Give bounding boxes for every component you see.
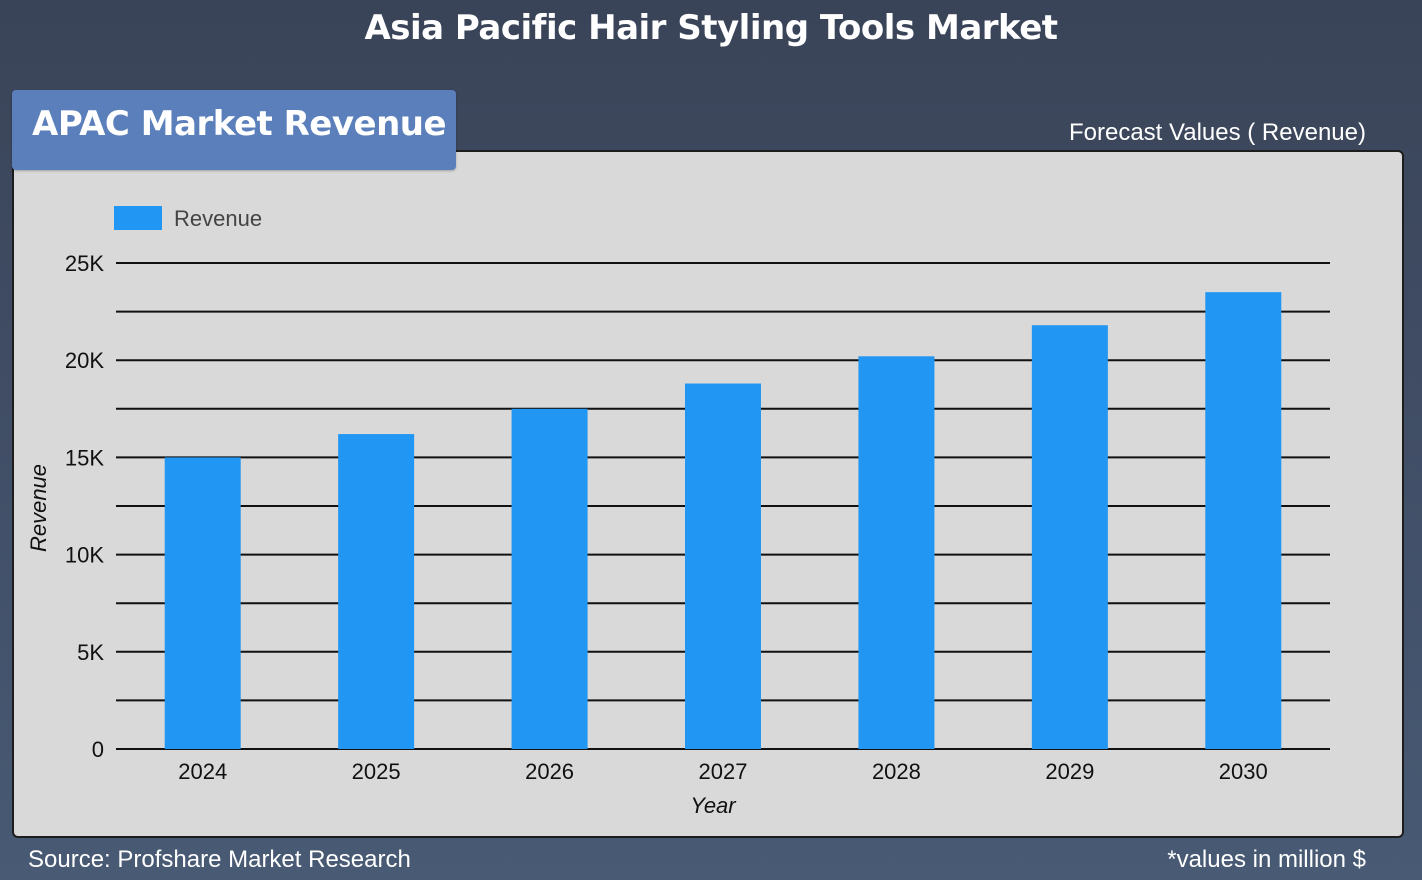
x-tick-label: 2026 [525,759,574,784]
x-tick-label: 2028 [872,759,921,784]
x-tick-label: 2029 [1045,759,1094,784]
y-tick-label: 15K [65,445,104,470]
x-tick-label: 2024 [178,759,227,784]
section-tab: APAC Market Revenue [12,90,456,170]
x-tick-labels: 2024 2025 2026 2027 2028 2029 2030 [178,759,1268,784]
x-tick-label: 2030 [1219,759,1268,784]
bar-2027 [685,383,761,749]
legend-label: Revenue [174,206,262,231]
x-tick-label: 2025 [352,759,401,784]
y-tick-label: 10K [65,543,104,568]
legend-swatch [114,206,162,230]
bar-2025 [338,434,415,749]
page-title: Asia Pacific Hair Styling Tools Market [364,8,1058,48]
y-tick-label: 25K [65,251,104,276]
bar-2024 [164,457,241,749]
x-tick-label: 2027 [699,759,748,784]
revenue-bar-chart: 0 5K 10K 15K 20K 25K 2024 2025 2026 2027 2028 2029… [26,206,1330,818]
y-tick-labels: 0 5K 10K 15K 20K 25K [65,251,104,762]
y-tick-label: 5K [77,640,104,665]
legend: Revenue [114,206,262,231]
chart-caption: Forecast Values ( Revenue) [1068,119,1366,146]
bar-2028 [858,356,935,749]
section-tab-label: APAC Market Revenue [32,104,447,144]
bar-2026 [511,408,588,749]
y-axis-title: Revenue [26,464,51,552]
y-tick-label: 0 [92,737,104,762]
y-tick-label: 20K [65,348,104,373]
units-note: *values in million $ [1167,846,1366,873]
chart-panel: 0 5K 10K 15K 20K 25K 2024 2025 2026 2027 2028 2029… [12,150,1404,838]
x-axis-title: Year [690,793,737,818]
bar-2029 [1031,325,1108,749]
bar-2030 [1205,292,1282,749]
source-note: Source: Profshare Market Research [28,846,411,873]
